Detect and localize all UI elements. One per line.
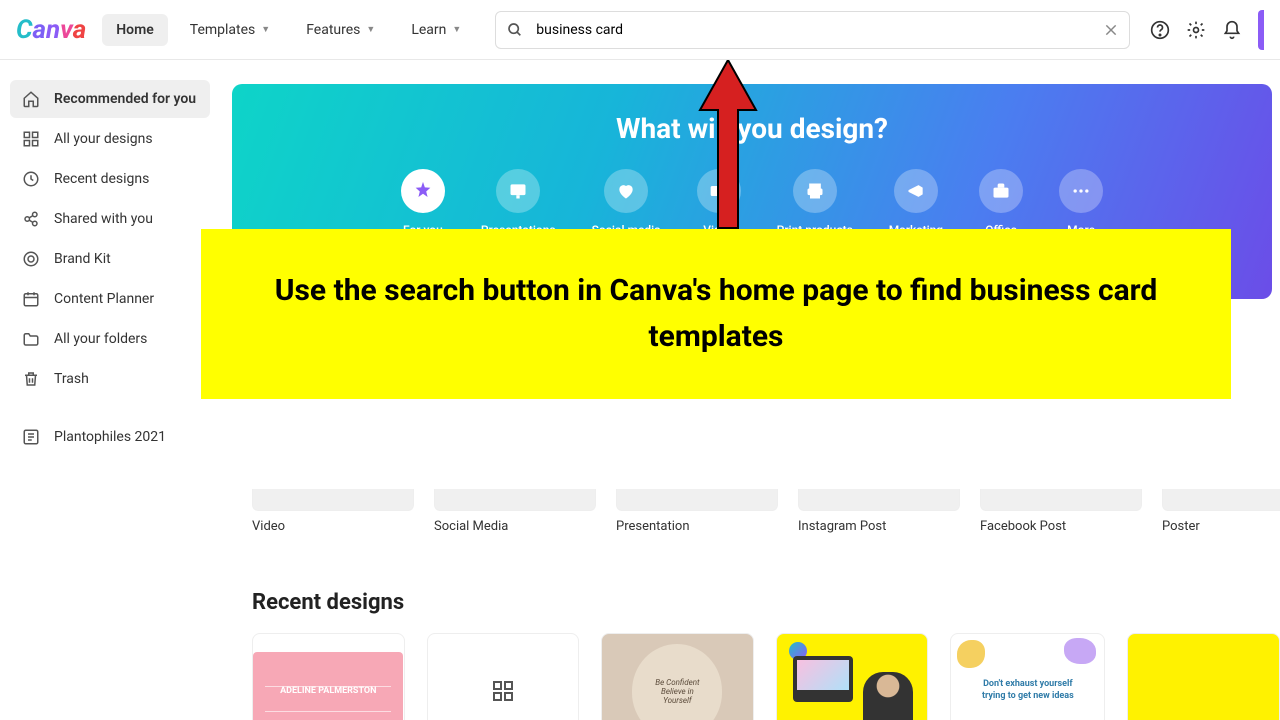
template-poster[interactable]: Poster: [1162, 489, 1280, 534]
team-icon: [22, 428, 40, 446]
cat-print[interactable]: Print products: [777, 169, 853, 237]
sidebar-item-trash[interactable]: Trash: [10, 360, 210, 398]
sidebar-label: All your designs: [54, 131, 153, 147]
calendar-icon: [22, 290, 40, 308]
sidebar-label: Brand Kit: [54, 251, 111, 267]
recent-card[interactable]: ADELINE PALMERSTON: [252, 633, 405, 720]
folder-icon: [22, 330, 40, 348]
search-container: [495, 11, 1130, 49]
recent-card[interactable]: Don't exhaust yourself trying to get new…: [950, 633, 1105, 720]
canva-logo[interactable]: Canva: [16, 15, 86, 45]
avatar[interactable]: [1258, 10, 1264, 50]
sidebar-item-team[interactable]: Plantophiles 2021: [10, 418, 210, 456]
cat-office[interactable]: Office: [979, 169, 1023, 237]
share-icon: [22, 210, 40, 228]
sidebar: Recommended for you All your designs Rec…: [0, 60, 220, 720]
clock-icon: [22, 170, 40, 188]
sidebar-item-planner[interactable]: Content Planner: [10, 280, 210, 318]
sidebar-item-recommended[interactable]: Recommended for you: [10, 80, 210, 118]
hero-title: What will you design?: [232, 112, 1272, 145]
sidebar-item-all-designs[interactable]: All your designs: [10, 120, 210, 158]
sidebar-label: Content Planner: [54, 291, 154, 307]
recent-card[interactable]: Be ConfidentBelieve inYourself: [601, 633, 754, 720]
grid-icon: [493, 681, 513, 701]
sidebar-label: Recent designs: [54, 171, 149, 187]
sidebar-label: Plantophiles 2021: [54, 429, 166, 445]
home-icon: [22, 90, 40, 108]
cat-for-you[interactable]: For you: [401, 169, 445, 237]
card-thumb: ADELINE PALMERSTON: [253, 652, 403, 720]
recent-card[interactable]: [1127, 633, 1280, 720]
grid-icon: [22, 130, 40, 148]
chevron-down-icon: ▼: [452, 24, 461, 35]
clear-search-icon[interactable]: [1104, 23, 1118, 37]
sidebar-label: All your folders: [54, 331, 147, 347]
sidebar-item-recent[interactable]: Recent designs: [10, 160, 210, 198]
sidebar-item-folders[interactable]: All your folders: [10, 320, 210, 358]
header-icons: [1150, 10, 1264, 50]
template-video[interactable]: Video: [252, 489, 414, 534]
chevron-down-icon: ▼: [366, 24, 375, 35]
brand-icon: [22, 250, 40, 268]
sidebar-label: Trash: [54, 371, 89, 387]
bell-icon[interactable]: [1222, 20, 1242, 40]
nav-learn[interactable]: Learn▼: [397, 14, 475, 46]
search-icon: [507, 22, 523, 38]
cat-video[interactable]: Video: [697, 169, 741, 237]
cat-marketing[interactable]: Marketing: [889, 169, 943, 237]
nav-features[interactable]: Features▼: [292, 14, 389, 46]
instruction-overlay: Use the search button in Canva's home pa…: [201, 229, 1231, 399]
template-instagram[interactable]: Instagram Post: [798, 489, 960, 534]
search-input[interactable]: [495, 11, 1130, 49]
chevron-down-icon: ▼: [261, 24, 270, 35]
sidebar-item-shared[interactable]: Shared with you: [10, 200, 210, 238]
cat-presentations[interactable]: Presentations: [481, 169, 556, 237]
template-facebook[interactable]: Facebook Post: [980, 489, 1142, 534]
template-presentation[interactable]: Presentation: [616, 489, 778, 534]
header: Canva Home Templates▼ Features▼ Learn▼: [0, 0, 1280, 60]
help-icon[interactable]: [1150, 20, 1170, 40]
template-row: Video Social Media Presentation Instagra…: [232, 489, 1280, 534]
sidebar-label: Recommended for you: [54, 91, 196, 107]
recent-designs-title: Recent designs: [252, 590, 1280, 615]
sidebar-item-brand[interactable]: Brand Kit: [10, 240, 210, 278]
hero-categories: For you Presentations Social media Video…: [232, 169, 1272, 237]
template-social-media[interactable]: Social Media: [434, 489, 596, 534]
trash-icon: [22, 370, 40, 388]
nav-templates[interactable]: Templates▼: [176, 14, 284, 46]
nav-home[interactable]: Home: [102, 14, 168, 46]
recent-card[interactable]: [776, 633, 929, 720]
cat-more[interactable]: More: [1059, 169, 1103, 237]
settings-icon[interactable]: [1186, 20, 1206, 40]
recent-card[interactable]: [427, 633, 580, 720]
cat-social[interactable]: Social media: [592, 169, 661, 237]
recent-designs-row: ADELINE PALMERSTON Be ConfidentBelieve i…: [232, 633, 1280, 720]
sidebar-label: Shared with you: [54, 211, 153, 227]
